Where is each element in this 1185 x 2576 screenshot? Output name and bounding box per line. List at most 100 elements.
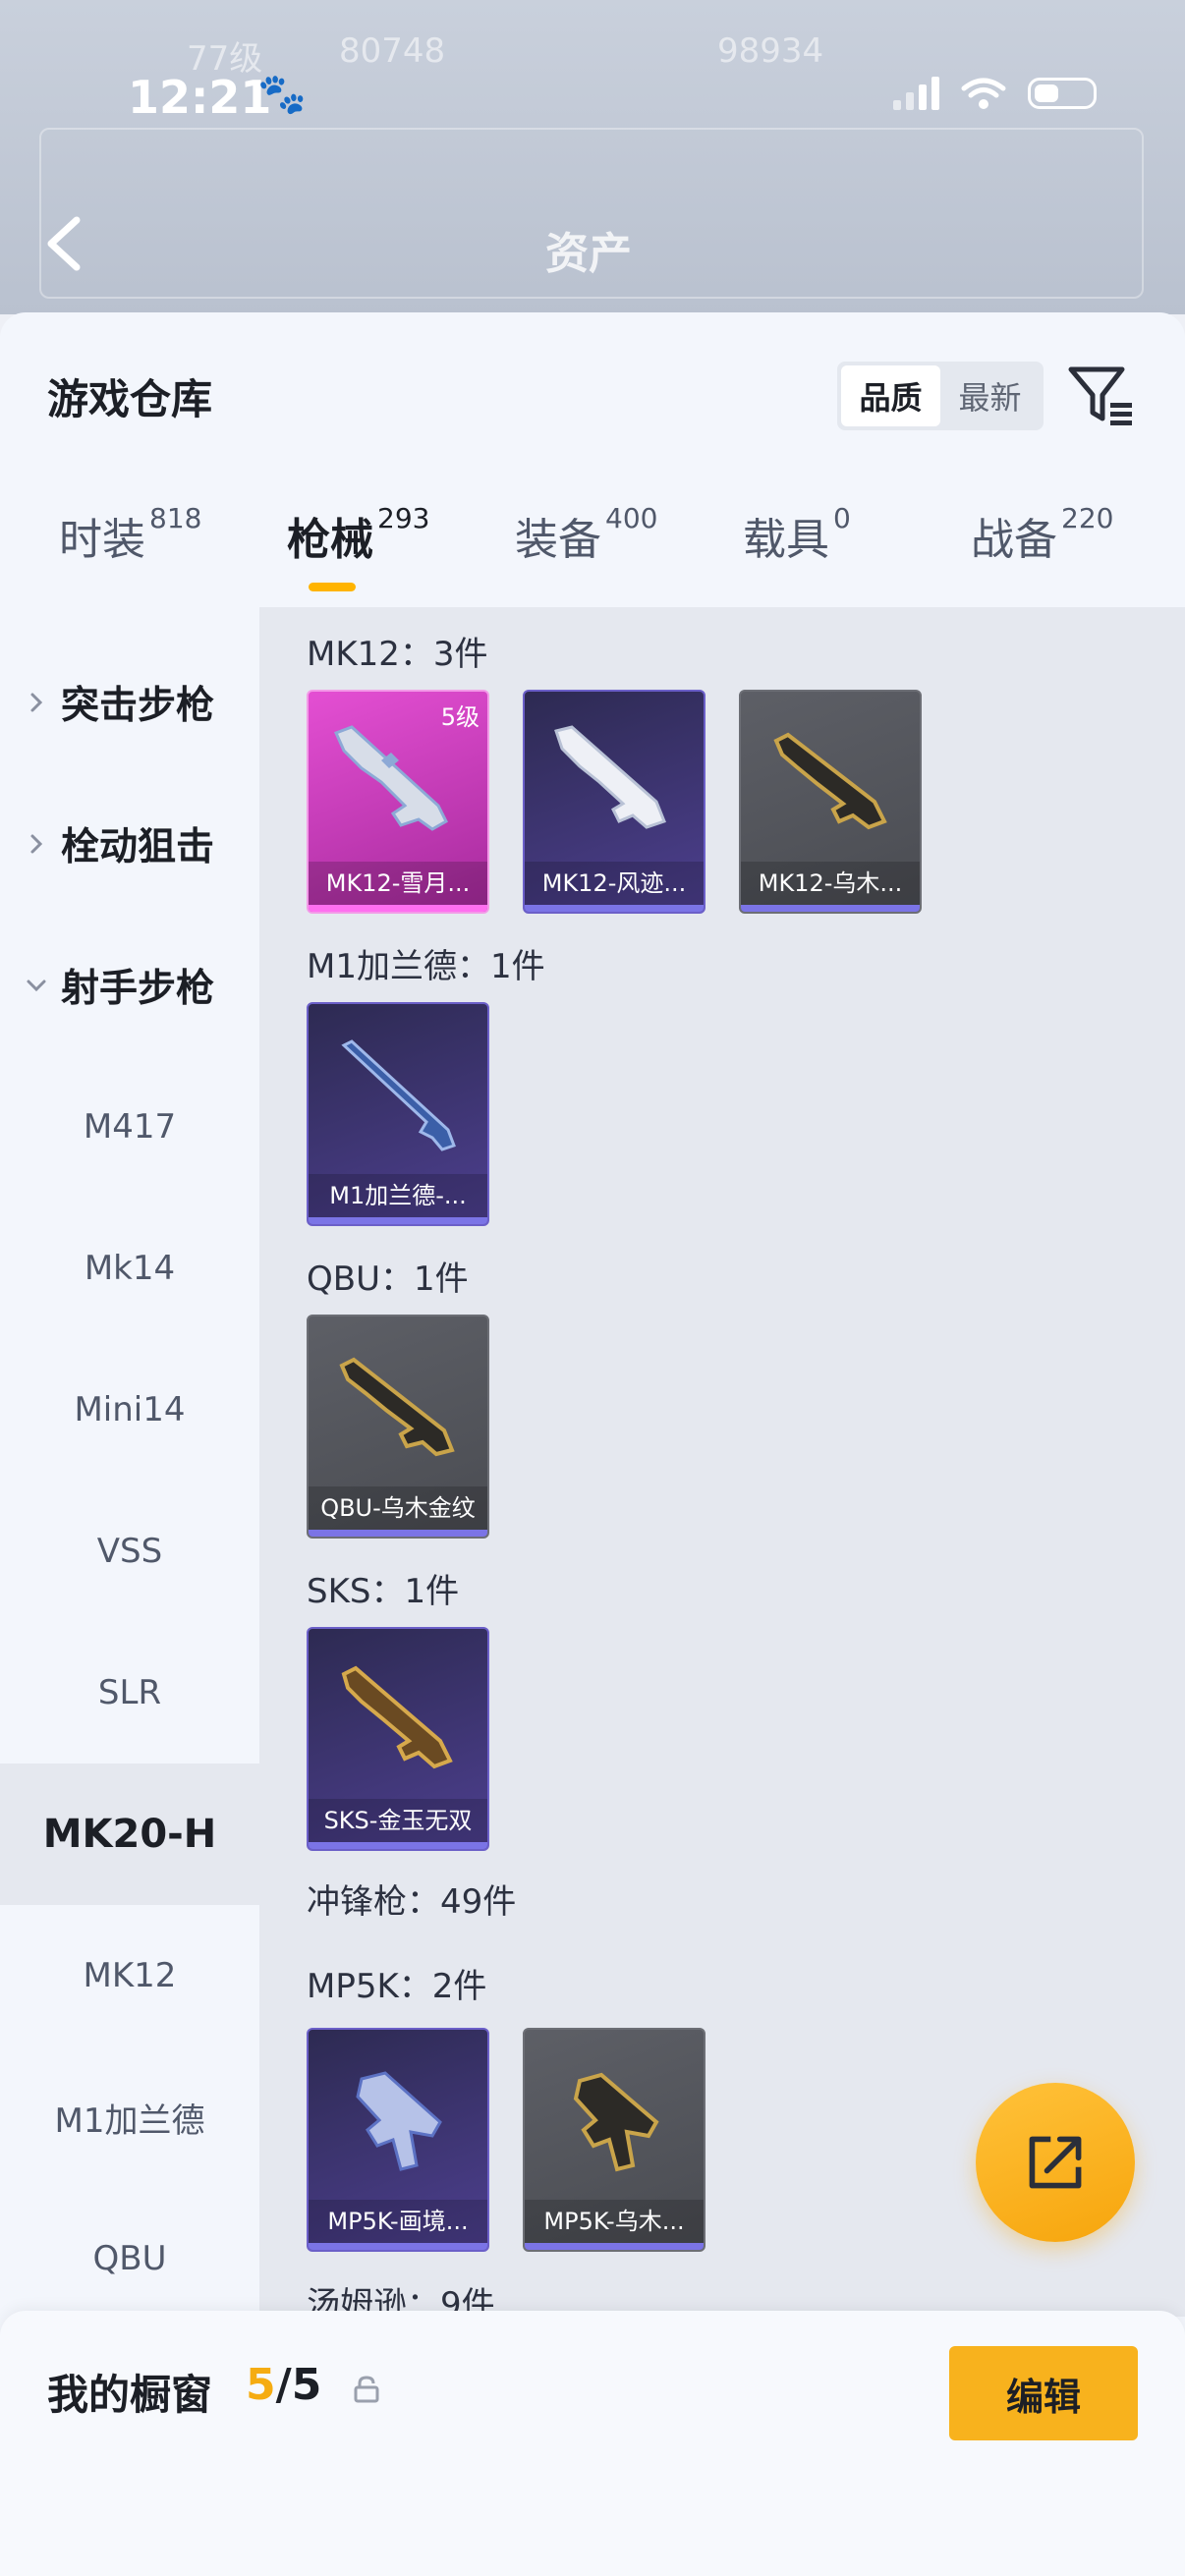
edit-button[interactable]: 编辑 [949,2346,1138,2440]
tab-label: 装备 [515,515,601,565]
item-name: MK12-雪月... [309,862,487,905]
section-title-sks: SKS：1件 [307,1572,460,1611]
share-button[interactable] [976,2083,1135,2242]
background-value: 80748 [339,31,446,71]
section-title-m1-garand: M1加兰德：1件 [307,947,545,986]
item-card[interactable]: MK12-风迹... [523,690,705,914]
showcase-current: 5 [246,2360,276,2410]
section-title-mk12: MK12：3件 [307,635,488,674]
sidebar-group-label: 突击步枪 [61,684,215,728]
tab-count: 293 [377,502,430,534]
status-icons [893,77,1097,110]
rarity-bar [525,2243,704,2250]
battery-icon [1028,78,1097,109]
weapon-category-sidebar: 突击步枪 栓动狙击 射手步枪 M417 Mk14 Mini14 VSS SLR … [0,607,259,2533]
item-card[interactable]: MP5K-画境... [307,2028,489,2252]
sidebar-group-label: 射手步枪 [61,967,215,1011]
paw-icon: 🐾 [257,72,307,117]
sidebar-group-label: 栓动狙击 [61,825,215,869]
signal-icon [893,77,939,110]
sidebar-item-m1-garand[interactable]: M1加兰德 [0,2046,259,2188]
rarity-bar [309,1842,487,1849]
rifle-icon [339,1357,455,1457]
rifle-icon [341,1665,453,1769]
sidebar-item-label: M417 [83,1107,177,1147]
rifle-icon [773,732,887,830]
sidebar-item-m417[interactable]: M417 [0,1056,259,1198]
showcase-total: /5 [275,2360,322,2410]
item-card[interactable]: M1加兰德-... [307,1002,489,1226]
back-icon[interactable] [41,214,85,273]
weapon-grid: MK12：3件 5级 MK12-雪月... MK12-风迹... MK12-乌木… [259,607,1185,2317]
tab-count: 0 [833,502,851,534]
sidebar-item-label: M1加兰德 [54,2100,205,2141]
tab-guns[interactable]: 枪械 293 [287,502,430,567]
tab-count: 818 [149,502,202,534]
tab-label: 枪械 [287,515,373,565]
sidebar-item-mk14[interactable]: Mk14 [0,1198,259,1339]
item-card[interactable]: QBU-乌木金纹 [307,1315,489,1539]
showcase-count: 5/5 [246,2360,321,2410]
filter-icon[interactable] [1067,364,1136,428]
tab-equipment[interactable]: 装备 400 [515,502,658,567]
sidebar-item-label: VSS [96,1532,163,1571]
tab-label: 时装 [59,515,145,565]
section-title-mp5k: MP5K：2件 [307,1967,487,2006]
sidebar-item-slr[interactable]: SLR [0,1622,259,1764]
tab-count: 220 [1061,502,1114,534]
sidebar-item-mk20-h[interactable]: MK20-H [0,1764,259,1905]
category-tabs: 时装 818 枪械 293 装备 400 载具 0 战备 220 [0,502,1185,612]
lock-icon [354,2376,379,2403]
showcase-bar: 我的橱窗 5/5 编辑 [0,2311,1185,2576]
sidebar-item-vss[interactable]: VSS [0,1481,259,1622]
rarity-bar [741,905,920,912]
sidebar-item-label: Mini14 [74,1390,186,1429]
tab-fashion[interactable]: 时装 818 [59,502,202,567]
item-card[interactable]: MP5K-乌木... [523,2028,705,2252]
sidebar-item-mini14[interactable]: Mini14 [0,1339,259,1481]
share-icon [1029,2136,1082,2189]
tab-label: 战备 [971,515,1057,565]
chevron-right-icon [30,693,43,712]
tab-count: 400 [605,502,658,534]
item-name: MP5K-画境... [309,2200,487,2243]
sidebar-item-qbu[interactable]: QBU [0,2188,259,2329]
sort-toggle: 品质 最新 [837,362,1044,430]
sidebar-item-label: MK12 [83,1956,177,1995]
rarity-bar [525,905,704,912]
tab-label: 载具 [743,515,829,565]
background-screen: 77级 80748 98934 12:21 🐾 资产 [0,0,1185,314]
sort-quality-button[interactable]: 品质 [841,365,940,426]
tab-supplies[interactable]: 战备 220 [971,502,1114,567]
rarity-bar [309,1217,487,1224]
background-title: 资产 [545,229,632,279]
smg-icon [573,2072,659,2172]
sidebar-item-label: SLR [97,1673,162,1712]
rifle-icon [554,725,666,829]
item-name: MK12-乌木... [741,862,920,905]
sort-newest-button[interactable]: 最新 [940,365,1040,426]
item-card[interactable]: SKS-金玉无双 [307,1627,489,1851]
sidebar-item-label: Mk14 [84,1249,176,1288]
sidebar-group-assault-rifle[interactable]: 突击步枪 [0,632,259,773]
rarity-bar [309,905,487,912]
showcase-title: 我的橱窗 [47,2371,213,2419]
sidebar-group-bolt-sniper[interactable]: 栓动狙击 [0,773,259,915]
sidebar-item-mk12[interactable]: MK12 [0,1905,259,2046]
tab-vehicles[interactable]: 载具 0 [743,502,851,567]
sidebar-item-label: QBU [92,2239,167,2278]
item-name: QBU-乌木金纹 [309,1486,487,1530]
item-card[interactable]: MK12-乌木... [739,690,922,914]
sheet-title: 游戏仓库 [47,375,213,423]
item-card[interactable]: 5级 MK12-雪月... [307,690,489,914]
smg-icon [356,2071,442,2171]
item-name: M1加兰德-... [309,1174,487,1217]
wifi-icon [961,78,1006,109]
warehouse-sheet: 游戏仓库 品质 最新 时装 818 枪械 293 装备 400 载具 0 战备 … [0,312,1185,2576]
item-name: MK12-风迹... [525,862,704,905]
section-title-qbu: QBU：1件 [307,1260,469,1299]
sidebar-group-marksman-rifle[interactable]: 射手步枪 [0,915,259,1056]
active-tab-indicator [309,583,356,591]
section-title-smg: 冲锋枪：49件 [307,1882,517,1922]
item-name: SKS-金玉无双 [309,1799,487,1842]
